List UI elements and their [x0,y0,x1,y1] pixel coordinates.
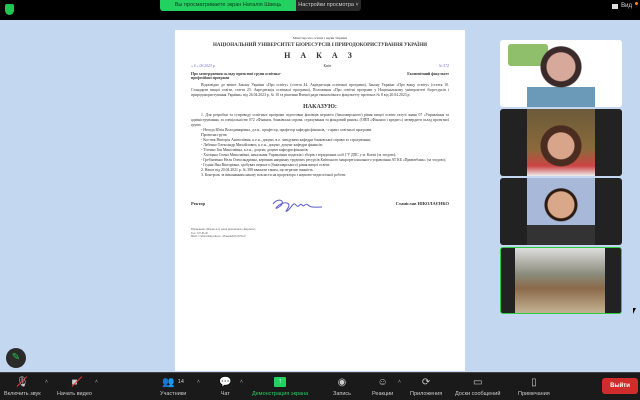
start-video-label: Начать видео [57,391,92,397]
view-options-label: Настройки просмотра [298,2,354,8]
participant-photo [527,109,595,176]
share-screen-icon: ↑ [274,377,287,387]
record-label: Запись [333,391,352,397]
view-button[interactable]: Вид [612,3,632,9]
notes-label: Примечания [518,391,550,397]
whiteboards-label: Доски сообщений [455,391,501,397]
reactions-caret[interactable]: ˄ [398,379,401,385]
participants-count: 14 [177,379,184,385]
footer-line: Файл: \\center.nubip.edu.ua\...\Накази20… [191,235,246,238]
order-item: 1. Для розробки та супроводу освітньої п… [191,113,449,127]
meeting-toolbar: 🎙 Включить звук ˄ ■ Начать видео ˄ 👥 14 Учас… [0,372,640,400]
top-bar: Вы просматриваете экран Наталія Швець На… [0,0,640,20]
whiteboard-icon: ▭ [472,376,483,388]
record-button[interactable]: ◉ Запись [333,376,352,398]
audio-options-caret[interactable]: ˄ [45,379,48,385]
rector-name: Станіслав НІКОЛАЄНКО [395,200,449,206]
reactions-icon: ☺ [377,376,388,388]
notes-icon: ▯ [531,376,537,388]
university-name: НАЦІОНАЛЬНИЙ УНІВЕРСИТЕТ БІОРЕСУРСІВ І П… [212,43,427,48]
whiteboards-button[interactable]: ▭ Доски сообщений [455,376,501,398]
signature-image [273,199,323,212]
document-title: Н А К А З [284,51,356,60]
security-shield-icon[interactable] [5,4,14,15]
participant-video-active[interactable] [500,247,622,314]
unmute-label: Включить звук [4,391,41,397]
preamble: Відповідно до вимог Закону України «Про … [191,83,449,97]
reactions-button[interactable]: ☺ Реакции [372,376,394,398]
start-video-button[interactable]: ■ Начать видео [57,376,92,398]
reactions-label: Реакции [372,391,394,397]
document-page: Міністерство освіти і науки України НАЦІ… [175,30,465,371]
sharing-banner: Вы просматриваете экран Наталія Швець [160,0,296,11]
apps-icon: ⟳ [421,376,431,388]
participant-video[interactable] [500,109,622,176]
participants-button[interactable]: 👥 14 Участники [160,376,187,398]
view-icon [612,3,619,9]
share-screen-button[interactable]: ↑ Демонстрация экрана [252,376,308,397]
unmute-button[interactable]: 🎙 Включить звук [4,376,41,398]
video-options-caret[interactable]: ˄ [95,379,98,385]
ministry: Міністерство освіти і науки України [292,36,348,40]
participants-icon: 👥 14 [162,376,184,388]
notes-button[interactable]: ▯ Примечания [518,376,550,398]
participant-photo [527,40,595,107]
rector-label: Ректор [191,200,206,206]
participant-photo [515,248,605,313]
leave-button[interactable]: Выйти [602,378,638,394]
apps-button[interactable]: ⟳ Приложения [410,376,443,398]
share-screen-label: Демонстрация экрана [252,391,309,397]
nakazuyu: НАКАЗУЮ: [303,104,337,110]
subject-row: Про затвердження складу проектної групи … [191,72,449,80]
subject: Про затвердження складу проектної групи … [191,72,282,80]
chat-icon: 💬 [219,376,232,388]
participants-caret[interactable]: ˄ [197,379,200,385]
city: Київ [323,64,331,68]
participant-video[interactable] [500,178,622,245]
chat-caret[interactable]: ˄ [240,379,243,385]
view-label: Вид [621,3,632,9]
faculty: Економічний факультет [407,72,449,76]
participants-label: Участники [160,391,187,397]
document-footer: Візувальник: Діброва А.Д. декан економіч… [191,228,449,239]
camera-off-icon: ■ [71,376,78,388]
date-row: « 6 » 06 2023 р. Київ № 572 [191,64,449,68]
notification-dot [635,2,638,5]
order-item: 3. Контроль за виконанням наказу покласт… [201,173,347,177]
order-number: № 572 [438,64,449,68]
view-options-button[interactable]: Настройки просмотра ˅ [296,0,361,11]
signature-row: Ректор Станіслав НІКОЛАЄНКО [191,192,449,214]
chat-label: Чат [220,391,230,397]
annotate-pencil-icon[interactable]: ✎ [6,348,26,368]
date: « 6 » 06 2023 р. [191,64,216,68]
mouse-cursor-icon [633,308,636,314]
participant-video[interactable] [500,40,622,107]
microphone-muted-icon: 🎙 [15,376,29,388]
chat-button[interactable]: 💬 Чат [219,376,232,398]
apps-label: Приложения [410,391,443,397]
participant-photo [527,178,595,245]
record-icon: ◉ [337,376,347,388]
